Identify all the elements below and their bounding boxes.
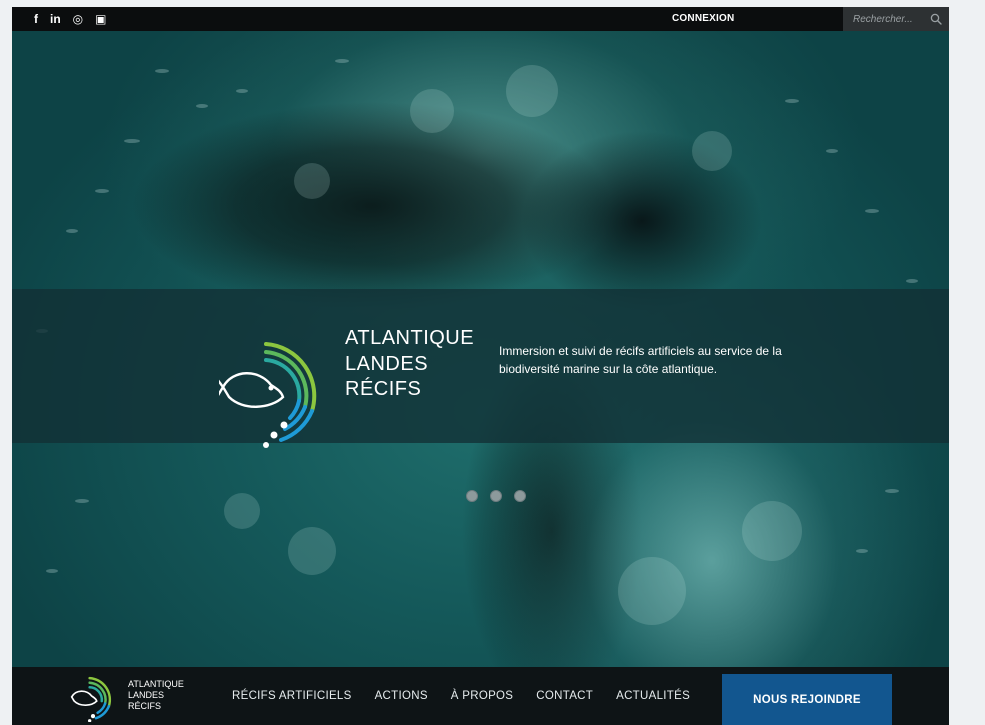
nav-brand-line-2: LANDES [128, 690, 165, 700]
nav-brand-line-1: ATLANTIQUE [128, 679, 184, 689]
hero-banner: ATLANTIQUE LANDES RÉCIFS Immersion et su… [12, 31, 949, 667]
carousel-dot-2[interactable] [490, 490, 502, 502]
atlantique-landes-recifs-logo [219, 342, 317, 448]
top-bar: f in ◎ ▣ CONNEXION [12, 7, 949, 31]
nav-brand-line-3: RÉCIFS [128, 701, 162, 711]
linkedin-icon[interactable]: in [50, 7, 61, 31]
nav-item-a-propos[interactable]: À PROPOS [451, 690, 513, 702]
nav-logo[interactable] [70, 676, 116, 722]
page: f in ◎ ▣ CONNEXION Rechercher... ATLANTI… [12, 7, 949, 725]
hero-tagline: Immersion et suivi de récifs artificiels… [499, 344, 782, 376]
login-link[interactable]: CONNEXION [672, 7, 734, 31]
search-icon[interactable] [930, 13, 942, 25]
join-button[interactable]: NOUS REJOINDRE [722, 674, 892, 725]
nav-item-actualites[interactable]: ACTUALITÉS [616, 690, 690, 702]
carousel-dot-3[interactable] [514, 490, 526, 502]
search-input[interactable] [853, 7, 929, 31]
brand-line-2: LANDES [345, 352, 429, 375]
brand-line-3: RÉCIFS [345, 378, 422, 400]
hero-brand-name: ATLANTIQUE LANDES RÉCIFS [345, 326, 474, 403]
main-navigation: ATLANTIQUE LANDES RÉCIFS RÉCIFS ARTIFICI… [12, 667, 949, 725]
nav-item-contact[interactable]: CONTACT [536, 690, 593, 702]
nav-brand-name[interactable]: ATLANTIQUE LANDES RÉCIFS [128, 679, 184, 712]
carousel-dots [466, 490, 526, 502]
hero-caption-band [12, 289, 949, 443]
youtube-icon[interactable]: ▣ [95, 7, 106, 31]
brand-line-1: ATLANTIQUE [345, 327, 475, 349]
nav-menu: RÉCIFS ARTIFICIELS ACTIONS À PROPOS CONT… [232, 667, 713, 725]
search-box [843, 7, 949, 31]
nav-item-actions[interactable]: ACTIONS [375, 690, 428, 702]
nav-item-recifs-artificiels[interactable]: RÉCIFS ARTIFICIELS [232, 690, 352, 702]
instagram-icon[interactable]: ◎ [73, 7, 83, 31]
social-links: f in ◎ ▣ [34, 7, 107, 31]
facebook-icon[interactable]: f [34, 7, 38, 31]
carousel-dot-1[interactable] [466, 490, 478, 502]
